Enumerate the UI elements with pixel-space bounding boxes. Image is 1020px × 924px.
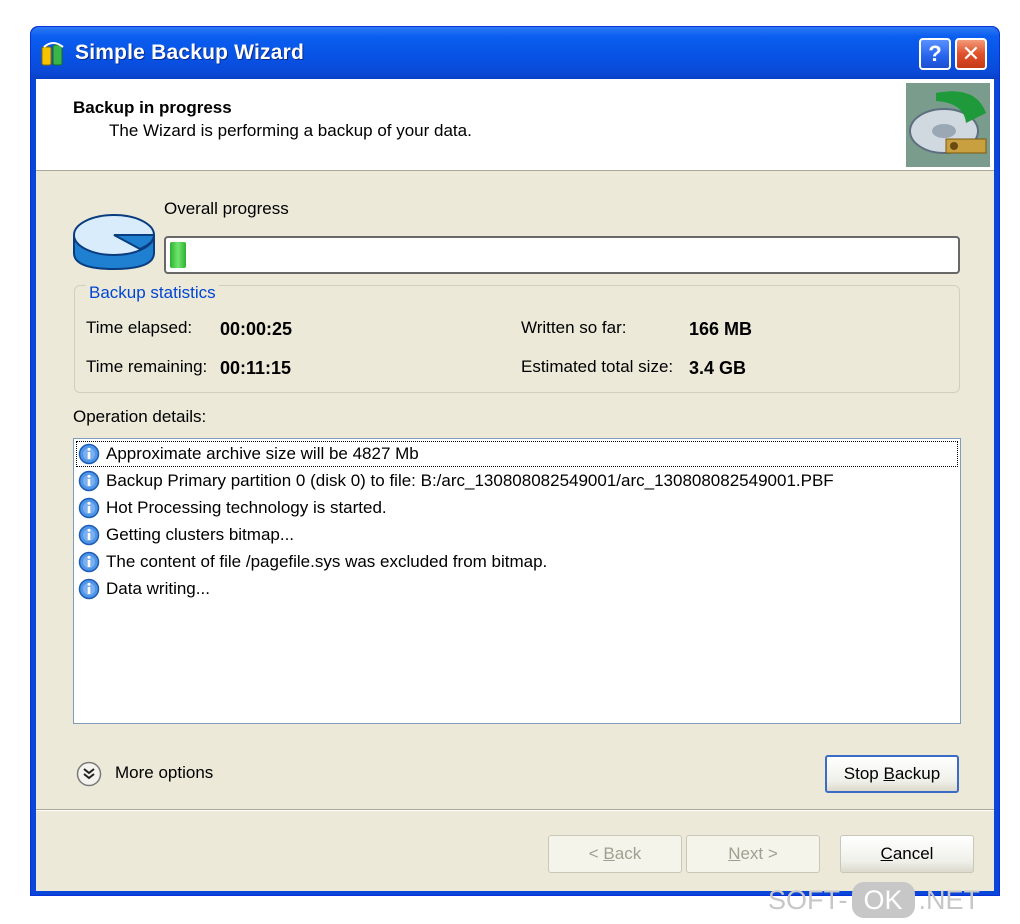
watermark-right: .NET bbox=[918, 884, 981, 915]
overall-progress-label: Overall progress bbox=[164, 199, 289, 218]
time-remaining-label: Time remaining: bbox=[86, 357, 208, 376]
overall-progress-bar bbox=[164, 236, 960, 274]
stop-backup-label-post: ackup bbox=[894, 764, 941, 783]
operation-text: Hot Processing technology is started. bbox=[106, 498, 387, 517]
operation-text: Approximate archive size will be 4827 Mb bbox=[106, 444, 419, 463]
time-remaining-value: 00:11:15 bbox=[220, 358, 292, 378]
watermark-left: SOFT- bbox=[768, 884, 848, 915]
info-icon bbox=[78, 524, 100, 546]
backup-disc-icon bbox=[906, 83, 990, 167]
app-icon bbox=[41, 42, 64, 66]
operation-text: Data writing... bbox=[106, 579, 210, 598]
title-bar[interactable]: Simple Backup Wizard ? ✕ bbox=[31, 27, 999, 79]
page-subtitle: The Wizard is performing a backup of you… bbox=[109, 121, 472, 140]
back-label-pre: < bbox=[588, 844, 604, 863]
operation-text: The content of file /pagefile.sys was ex… bbox=[106, 552, 548, 571]
next-label-post: ext > bbox=[740, 844, 778, 863]
operation-text: Backup Primary partition 0 (disk 0) to f… bbox=[106, 471, 834, 490]
written-so-far-label: Written so far: bbox=[521, 318, 627, 337]
time-elapsed-label: Time elapsed: bbox=[86, 318, 193, 337]
watermark-mid: OK bbox=[851, 882, 915, 918]
cancel-accesskey: C bbox=[880, 844, 893, 863]
disk-progress-icon bbox=[73, 214, 156, 271]
page-title: Backup in progress bbox=[73, 98, 232, 117]
operation-text: Getting clusters bitmap... bbox=[106, 525, 295, 544]
cancel-label-post: ancel bbox=[892, 844, 934, 863]
progress-fill bbox=[170, 242, 186, 268]
help-button[interactable]: ? bbox=[919, 38, 951, 70]
operation-details-list[interactable]: Approximate archive size will be 4827 Mb… bbox=[73, 438, 961, 724]
info-icon bbox=[78, 551, 100, 573]
stop-backup-accesskey: B bbox=[883, 764, 895, 783]
back-accesskey: B bbox=[603, 844, 615, 863]
cancel-button[interactable]: Cancel bbox=[840, 835, 974, 873]
back-button[interactable]: < Back bbox=[548, 835, 682, 873]
operation-row[interactable]: The content of file /pagefile.sys was ex… bbox=[76, 549, 958, 575]
next-accesskey: N bbox=[728, 844, 741, 863]
watermark-logo: SOFT- OK .NET bbox=[768, 878, 980, 922]
time-elapsed-value: 00:00:25 bbox=[220, 319, 293, 339]
next-button[interactable]: Next > bbox=[686, 835, 820, 873]
wizard-client-area: Backup in progress The Wizard is perform… bbox=[36, 79, 994, 891]
info-icon bbox=[78, 497, 100, 519]
info-icon bbox=[78, 443, 100, 465]
estimated-size-label: Estimated total size: bbox=[521, 357, 674, 376]
stop-backup-button[interactable]: Stop Backup bbox=[825, 755, 959, 793]
window-title: Simple Backup Wizard bbox=[75, 41, 305, 64]
operation-row[interactable]: Hot Processing technology is started. bbox=[76, 495, 958, 521]
stop-backup-label-pre: Stop bbox=[843, 764, 884, 783]
wizard-window: Simple Backup Wizard ? ✕ Backup in progr… bbox=[30, 26, 1000, 896]
operation-row[interactable]: Approximate archive size will be 4827 Mb bbox=[76, 441, 958, 467]
back-label-post: ack bbox=[614, 844, 642, 863]
wizard-header: Backup in progress The Wizard is perform… bbox=[36, 79, 994, 171]
operation-row[interactable]: Data writing... bbox=[76, 576, 958, 602]
operation-details-label: Operation details: bbox=[73, 407, 207, 426]
info-icon bbox=[78, 470, 100, 492]
info-icon bbox=[78, 578, 100, 600]
chevron-down-circle-icon[interactable] bbox=[76, 761, 102, 787]
operation-row[interactable]: Backup Primary partition 0 (disk 0) to f… bbox=[76, 468, 958, 494]
estimated-size-value: 3.4 GB bbox=[689, 358, 747, 378]
backup-statistics-legend: Backup statistics bbox=[86, 283, 219, 303]
footer-divider bbox=[36, 809, 994, 811]
more-options-link[interactable]: More options bbox=[115, 763, 213, 783]
written-so-far-value: 166 MB bbox=[689, 319, 753, 339]
operation-row[interactable]: Getting clusters bitmap... bbox=[76, 522, 958, 548]
close-button[interactable]: ✕ bbox=[955, 38, 987, 70]
